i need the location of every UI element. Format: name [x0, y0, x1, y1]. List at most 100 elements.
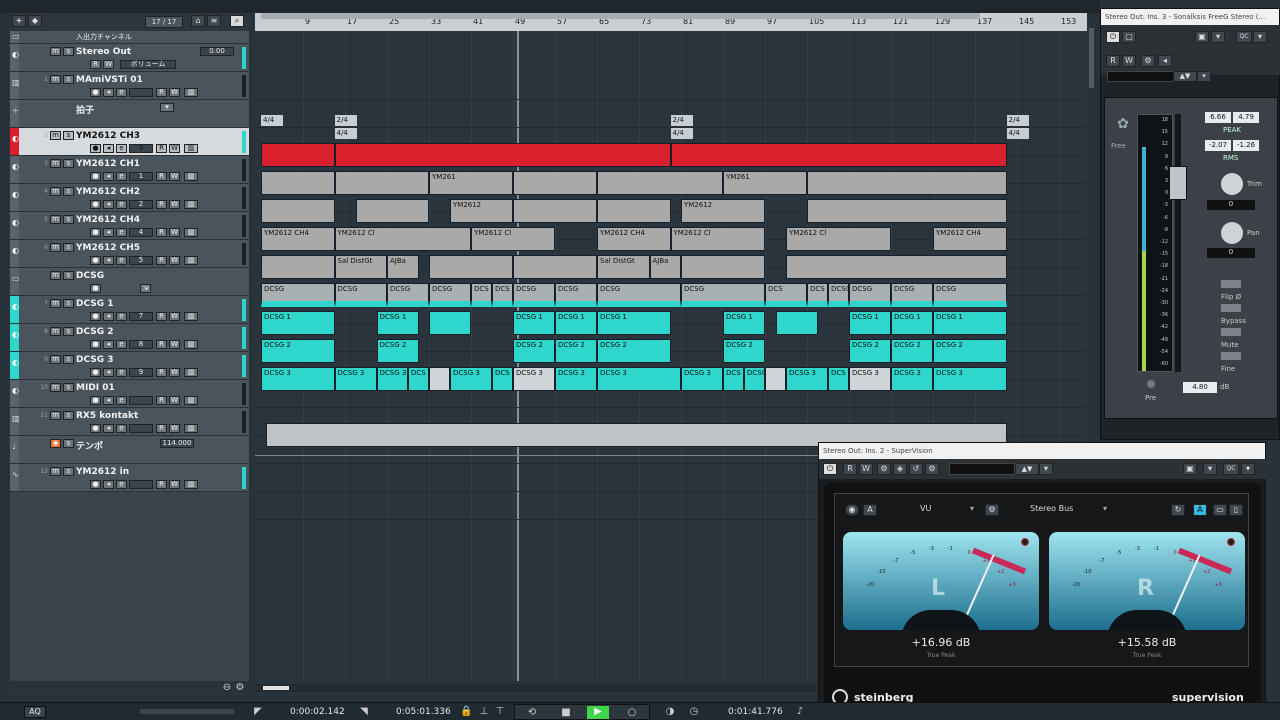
write-button[interactable]: W: [169, 340, 180, 349]
time-signature-marker[interactable]: 2/4: [670, 115, 693, 126]
midi-part[interactable]: DCSG: [891, 283, 933, 307]
midi-part[interactable]: YM2612: [681, 199, 765, 223]
time-signature-marker[interactable]: 4/4: [1006, 128, 1029, 139]
track-row[interactable]: ▥1MAmiVSTi 01ms●◂e⊂RW▥: [10, 72, 249, 100]
track-name[interactable]: YM2612 CH4: [76, 215, 140, 225]
monitor-button[interactable]: ◂: [103, 340, 114, 349]
channel-field[interactable]: [129, 480, 153, 489]
mute-button[interactable]: m: [50, 75, 61, 84]
monitor-button[interactable]: ◂: [103, 424, 114, 433]
channel-field[interactable]: [129, 396, 153, 405]
horizontal-scroll-thumb[interactable]: [263, 686, 289, 690]
solo-button[interactable]: s: [63, 327, 74, 336]
record-enable-button[interactable]: ●: [90, 368, 101, 377]
home-icon[interactable]: ⌂: [191, 15, 205, 27]
midi-part[interactable]: DCSG 1: [261, 311, 335, 335]
midi-part[interactable]: DCS: [471, 283, 492, 307]
track-row[interactable]: ÷ 拍子 ▾: [10, 100, 249, 128]
pre-led[interactable]: [1147, 380, 1155, 388]
audio-quality-button[interactable]: AQ: [24, 706, 46, 718]
midi-part[interactable]: DCSG 3: [555, 367, 597, 391]
midi-part[interactable]: DCS: [828, 367, 849, 391]
editor-button[interactable]: ▥: [184, 200, 198, 209]
channel-field[interactable]: 4: [129, 228, 153, 237]
trim-value[interactable]: 0: [1207, 200, 1255, 210]
midi-part[interactable]: [513, 255, 597, 279]
midi-part[interactable]: DCSG 2: [261, 339, 335, 363]
midi-part[interactable]: [355, 199, 429, 223]
write-button[interactable]: W: [169, 144, 180, 153]
track-row[interactable]: ◐9DCSG 3ms●◂e⊂9RW▥: [10, 352, 249, 380]
midi-part[interactable]: DCSG 1: [555, 311, 597, 335]
record-enable-button[interactable]: ●: [90, 312, 101, 321]
gear-icon[interactable]: ⚙: [925, 463, 939, 475]
editor-button[interactable]: ▥: [184, 228, 198, 237]
tempo-track-icon[interactable]: ♪: [794, 706, 806, 718]
power-icon[interactable]: ⏻: [823, 463, 837, 475]
mute-button[interactable]: m: [50, 131, 61, 140]
midi-part[interactable]: DCSG: [513, 283, 555, 307]
write-button[interactable]: W: [169, 312, 180, 321]
midi-part[interactable]: DCSG 3: [681, 367, 723, 391]
signature-menu-button[interactable]: ▾: [160, 103, 174, 112]
cycle-range-bar[interactable]: [261, 13, 981, 19]
editor-button[interactable]: ▥: [184, 312, 198, 321]
monitor-button[interactable]: ◂: [103, 172, 114, 181]
record-enable-button[interactable]: ●: [90, 88, 101, 97]
gain-fader[interactable]: [1169, 166, 1187, 200]
track-name[interactable]: RX5 kontakt: [76, 411, 138, 421]
settings-icon[interactable]: ⚙: [877, 463, 891, 475]
solo-button[interactable]: s: [63, 439, 74, 448]
lock-icon[interactable]: 🔒: [460, 706, 472, 718]
channel-field[interactable]: [129, 424, 153, 433]
mute-switch[interactable]: [1221, 328, 1241, 336]
preset-arrows-icon[interactable]: ▲▼: [1173, 71, 1197, 82]
channel-field[interactable]: 7: [129, 312, 153, 321]
midi-part[interactable]: DCSG: [261, 283, 335, 307]
edit-button[interactable]: e: [116, 228, 127, 237]
editor-button[interactable]: ▥: [184, 424, 198, 433]
midi-part[interactable]: DCS: [408, 367, 429, 391]
edit-button[interactable]: e: [116, 144, 127, 153]
preset-field[interactable]: [949, 463, 1015, 475]
midi-part[interactable]: DCSG: [334, 283, 387, 307]
track-name[interactable]: 拍子: [76, 103, 94, 116]
time-signature-marker[interactable]: 4/4: [670, 128, 693, 139]
track-name[interactable]: YM2612 CH2: [76, 187, 140, 197]
midi-part[interactable]: DCSG 3: [450, 367, 492, 391]
track-row[interactable]: ♩テンポms114.000◉: [10, 436, 249, 464]
editor-button[interactable]: ▥: [184, 144, 198, 153]
monitor-button[interactable]: ◂: [103, 312, 114, 321]
solo-button[interactable]: s: [63, 215, 74, 224]
midi-part[interactable]: [334, 171, 429, 195]
read-button[interactable]: R: [90, 60, 101, 69]
record-icon[interactable]: ○: [625, 707, 639, 719]
midi-part[interactable]: DCSG 2: [513, 339, 555, 363]
midi-part[interactable]: DCSG 2: [933, 339, 1007, 363]
solo-button[interactable]: s: [63, 187, 74, 196]
mute-button[interactable]: m: [50, 47, 61, 56]
midi-part[interactable]: YM2612 CH4: [597, 227, 671, 251]
record-enable-button[interactable]: ●: [90, 480, 101, 489]
midi-part[interactable]: [429, 311, 471, 335]
editor-button[interactable]: ▥: [184, 172, 198, 181]
snapshot-icon[interactable]: ▣: [1183, 463, 1197, 475]
editor-button[interactable]: ▥: [184, 368, 198, 377]
read-button[interactable]: R: [156, 228, 167, 237]
mute-button[interactable]: m: [50, 243, 61, 252]
menu-icon[interactable]: ▾: [1203, 463, 1217, 475]
channel-field[interactable]: [129, 88, 153, 97]
midi-part[interactable]: [429, 367, 450, 391]
midi-part[interactable]: YM2612 Cl: [786, 227, 891, 251]
midi-part[interactable]: [765, 367, 786, 391]
midi-part[interactable]: YM261: [429, 171, 513, 195]
midi-part[interactable]: Sal DistGt: [334, 255, 387, 279]
midi-part[interactable]: DCSG 2: [555, 339, 597, 363]
write-button[interactable]: W: [169, 200, 180, 209]
mute-button[interactable]: m: [50, 467, 61, 476]
editor-button[interactable]: ▥: [184, 88, 198, 97]
read-button[interactable]: R: [156, 256, 167, 265]
edit-button[interactable]: e: [116, 340, 127, 349]
track-name[interactable]: YM2612 in: [76, 467, 129, 477]
read-button[interactable]: R: [156, 88, 167, 97]
